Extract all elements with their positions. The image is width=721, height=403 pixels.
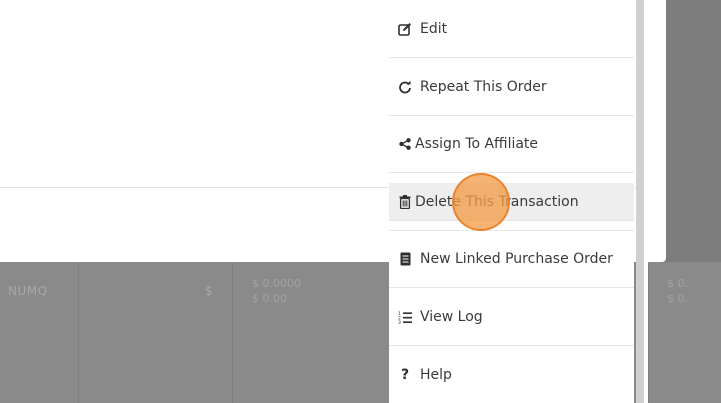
menu-item-delete-transaction[interactable]: Delete This Transaction [389,183,634,221]
repeat-icon [398,80,412,94]
menu-item-new-linked-purchase-order[interactable]: New Linked Purchase Order [389,231,634,288]
trash-icon [398,194,412,209]
menu-item-assign-affiliate[interactable]: Assign To Affiliate [389,116,634,173]
menu-item-label: Repeat This Order [420,79,547,95]
menu-item-edit[interactable]: Edit [389,1,634,58]
table-cell-separator [78,262,79,403]
menu-item-label: Assign To Affiliate [415,136,539,152]
menu-item-repeat-order[interactable]: Repeat This Order [389,59,634,116]
svg-text:3: 3 [398,320,401,324]
background-cell-text: $ 0. $ 0. [667,277,688,305]
menu-item-label: Delete This Transaction [415,193,579,210]
table-cell-separator [232,262,233,403]
share-icon [398,137,412,151]
list-icon: 1 2 3 [398,310,412,324]
menu-item-label: Help [420,366,452,383]
menu-item-label: View Log [420,309,483,325]
menu-item-view-log[interactable]: 1 2 3 View Log [389,289,634,346]
background-cell-text: $ [205,284,214,298]
document-icon [398,252,412,266]
actions-dropdown-menu: Edit Repeat This Order Assign To Affilia… [389,0,634,403]
edit-icon [398,22,412,36]
question-icon: ? [400,366,410,383]
menu-item-label: Edit [420,21,448,37]
menu-item-help[interactable]: ? Help [389,346,634,403]
menu-scroll-edge [644,0,648,403]
background-cell-text: NUMQ [8,284,48,298]
menu-scrollbar[interactable] [636,0,644,403]
background-cell-text: $ 0.0000 $ 0.00 [252,277,301,305]
screen: NUMQ $ $ 0.0000 $ 0.00 $ 0. $ 0. Edit Re… [0,0,721,403]
table-cell-separator [648,262,649,403]
menu-item-label: New Linked Purchase Order [420,251,613,267]
